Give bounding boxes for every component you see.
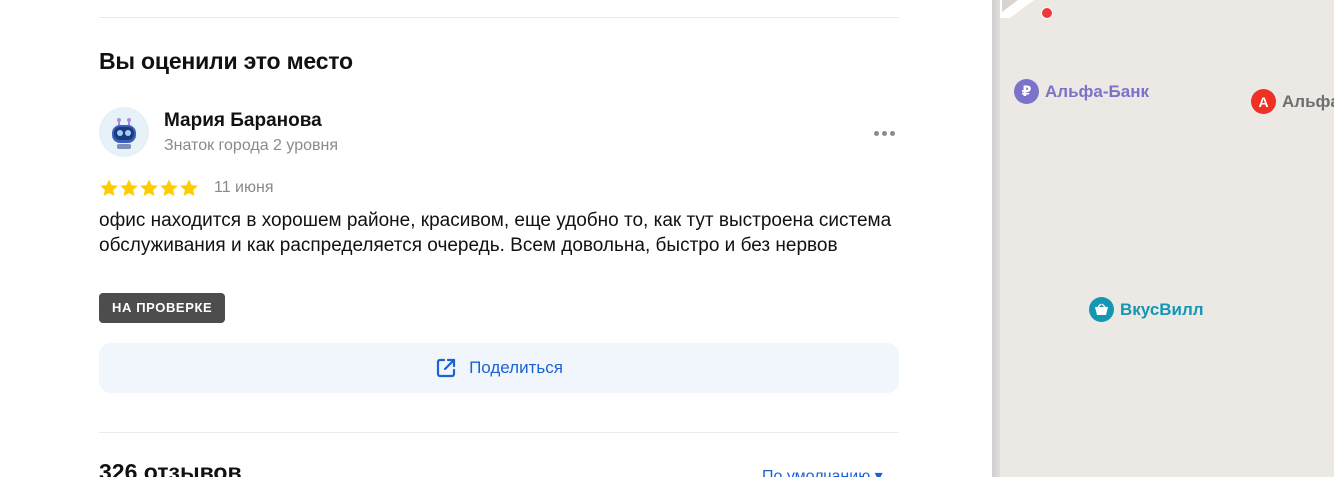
alfa-letter-icon: А — [1251, 89, 1276, 114]
ruble-icon: ₽ — [1014, 79, 1039, 104]
map-poi-alfa[interactable]: А Альфа — [1251, 89, 1334, 114]
sort-label: По умолчанию — [762, 468, 871, 477]
star-icon — [140, 179, 158, 196]
rating-stars — [99, 178, 199, 198]
more-options-button[interactable] — [868, 122, 900, 144]
review-text: офис находится в хорошем районе, красиво… — [99, 210, 892, 256]
sort-dropdown[interactable]: По умолчанию ▾ — [762, 466, 883, 477]
more-dot — [889, 130, 895, 136]
star-icon — [180, 179, 198, 196]
author-name[interactable]: Мария Баранова — [164, 110, 322, 132]
map-road-corner — [1000, 0, 1034, 18]
author-level: Знаток города 2 уровня — [164, 137, 339, 154]
more-dot — [881, 130, 887, 136]
basket-glyph — [1095, 303, 1108, 315]
poi-label: Альфа-Банк — [1045, 81, 1149, 101]
avatar[interactable] — [99, 107, 149, 157]
map-marker-dot[interactable] — [1041, 7, 1053, 19]
poi-label: ВкусВилл — [1120, 299, 1204, 319]
basket-icon — [1089, 297, 1114, 322]
divider — [99, 17, 899, 18]
poi-label: Альфа — [1282, 91, 1334, 111]
status-badge: НА ПРОВЕРКЕ — [99, 293, 226, 323]
chevron-down-icon: ▾ — [874, 468, 883, 477]
share-icon — [436, 358, 456, 378]
star-icon — [100, 179, 118, 196]
map-poi-alfa-bank[interactable]: ₽ Альфа-Банк — [1014, 79, 1149, 104]
share-button[interactable]: Поделиться — [99, 343, 899, 393]
more-dots-icon — [873, 130, 879, 136]
divider — [99, 432, 899, 433]
place-reviews-panel: Вы оценили это место Мария Баранова Знат… — [0, 0, 992, 477]
section-title: Вы оценили это место — [99, 48, 353, 74]
star-icon — [120, 179, 138, 196]
robot-avatar-icon — [99, 107, 149, 157]
review-date: 11 июня — [214, 179, 274, 196]
reviews-count-heading: 326 отзывов — [99, 459, 242, 477]
star-icon — [160, 179, 178, 196]
map-poi-vkusvill[interactable]: ВкусВилл — [1089, 297, 1204, 322]
map-area[interactable] — [1000, 0, 1334, 477]
share-label: Поделиться — [469, 358, 563, 377]
